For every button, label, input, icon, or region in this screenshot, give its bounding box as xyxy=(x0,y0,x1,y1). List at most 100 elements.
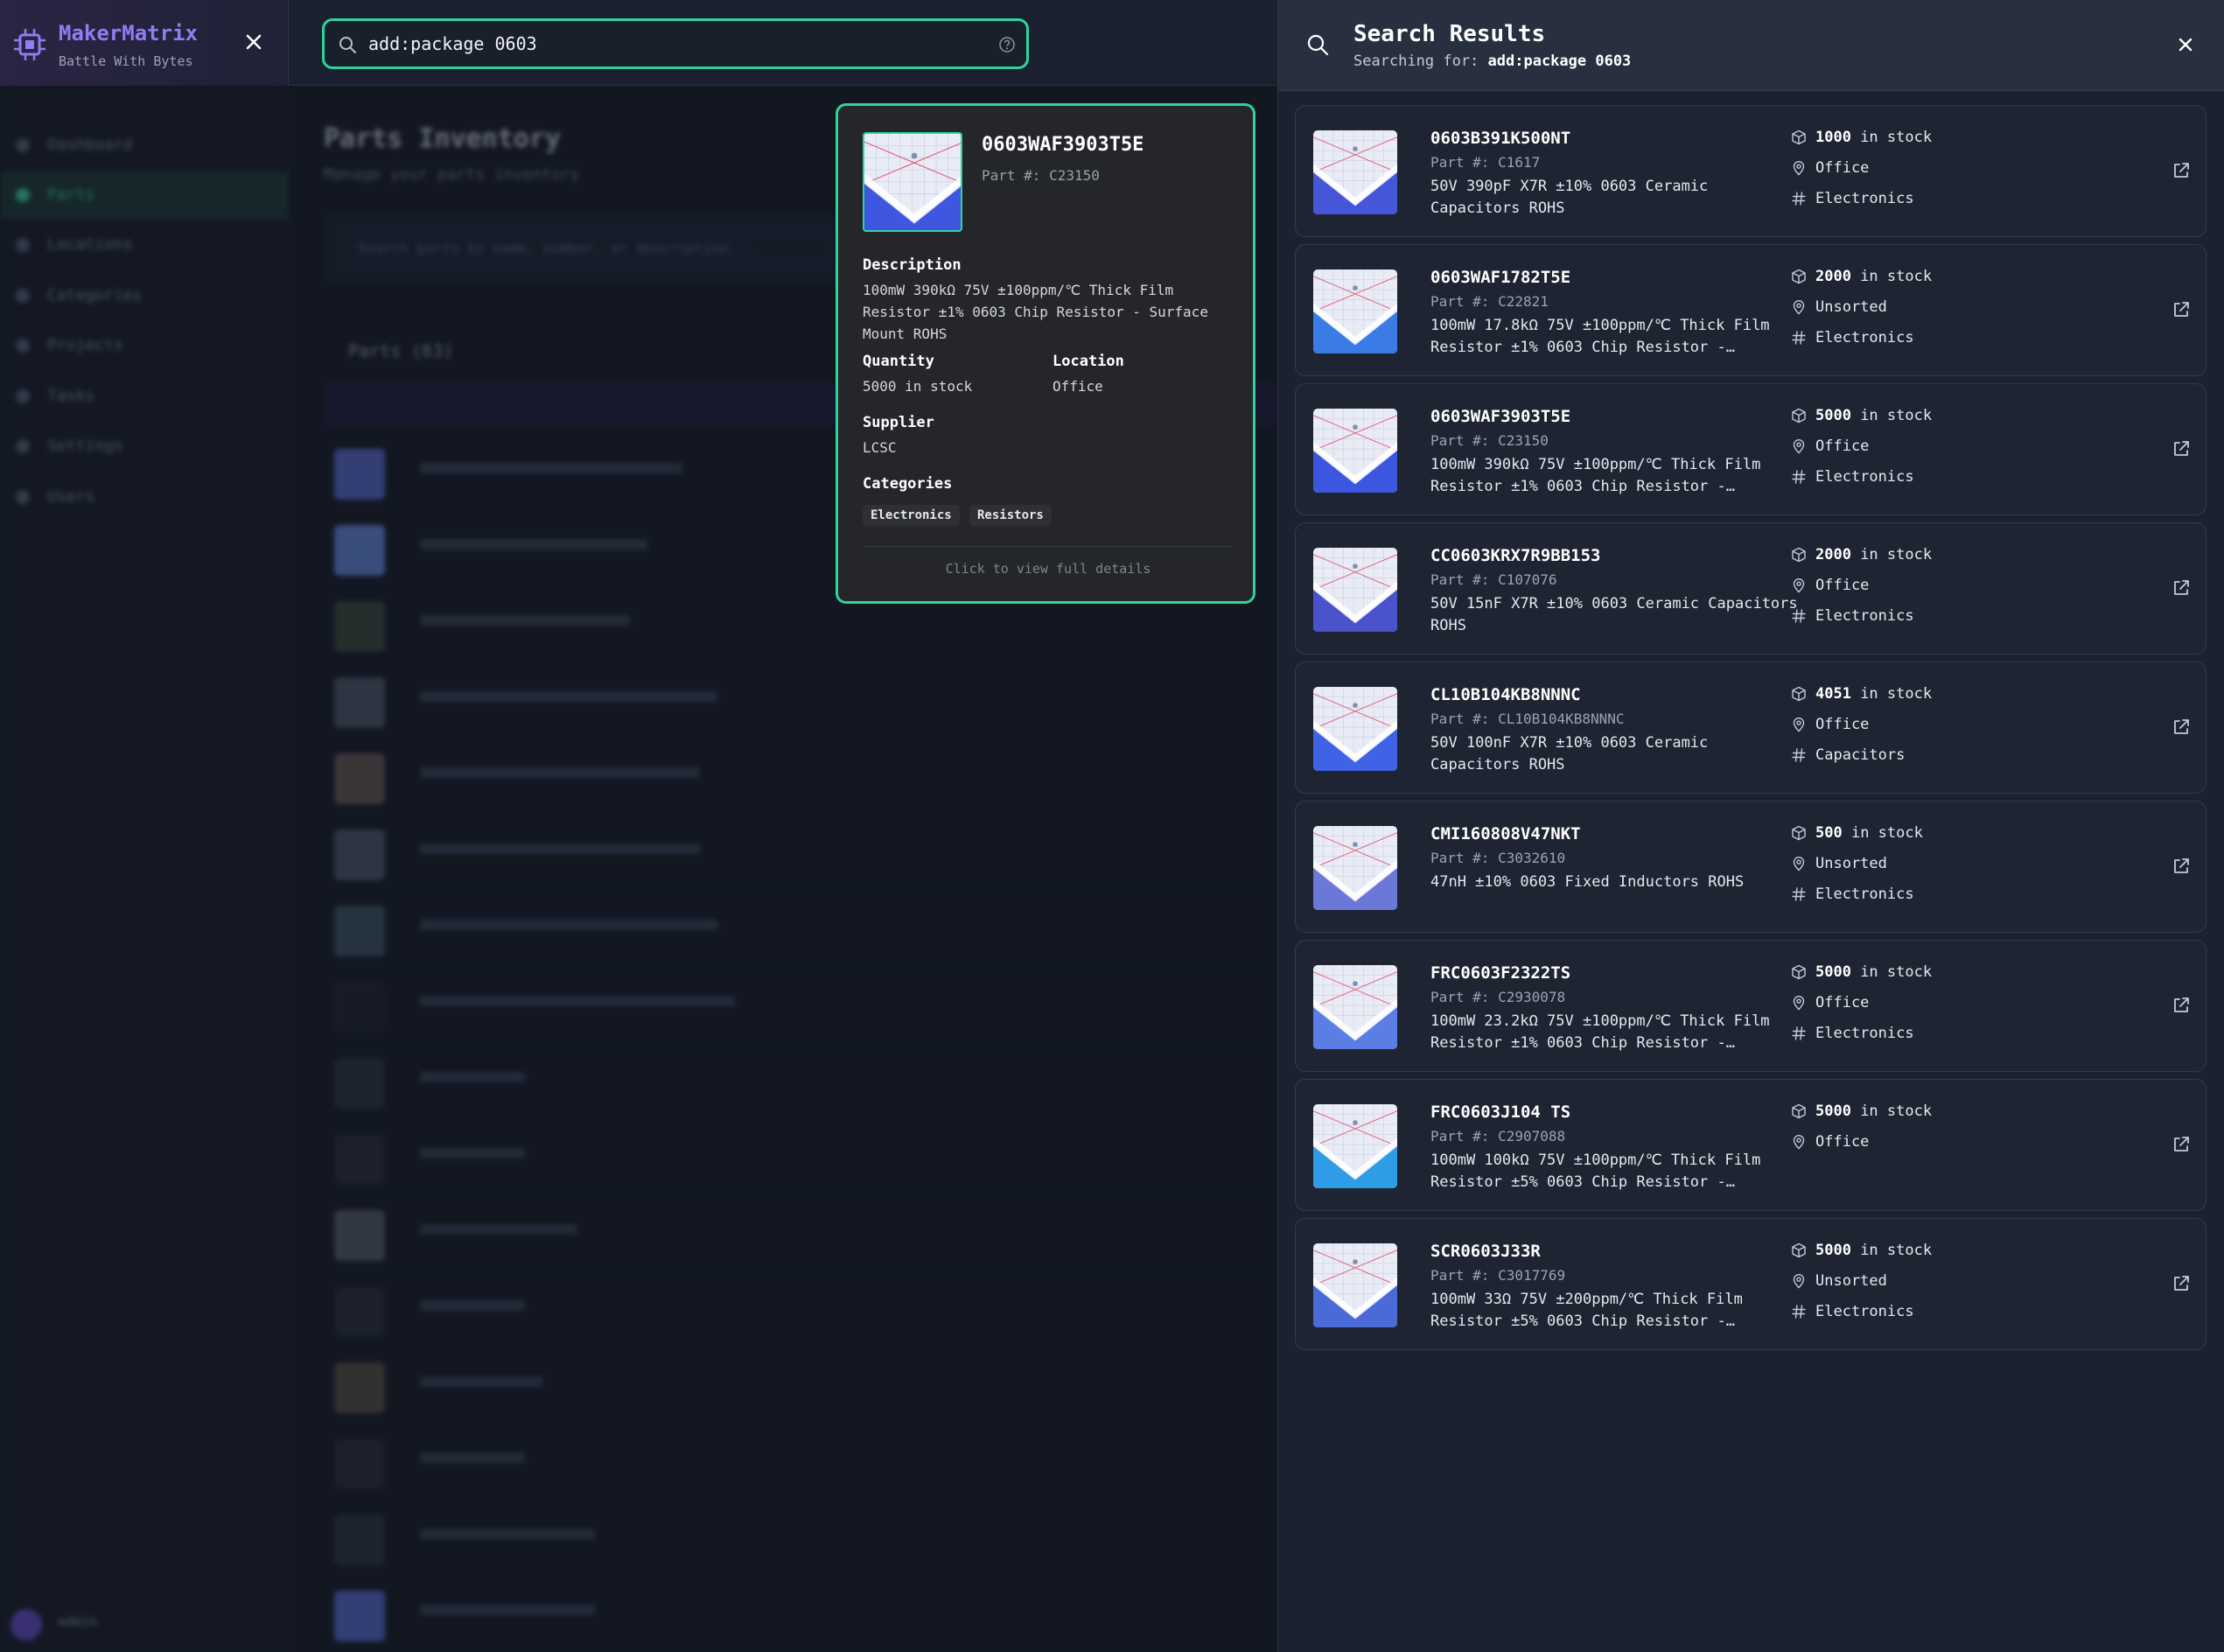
user-name: admin xyxy=(58,1614,98,1629)
blurred-cell xyxy=(420,1452,525,1463)
global-search[interactable] xyxy=(322,18,1029,69)
external-link-icon[interactable] xyxy=(2171,995,2192,1016)
brand-subtitle: Battle With Bytes xyxy=(59,53,193,69)
description-label: Description xyxy=(863,256,962,274)
avatar[interactable] xyxy=(10,1609,42,1641)
table-row[interactable] xyxy=(324,1577,1277,1652)
results-query: add:package 0603 xyxy=(1487,52,1632,70)
help-icon[interactable] xyxy=(998,36,1016,53)
sidebar-item-users[interactable]: Users xyxy=(0,473,289,521)
page-title: Parts Inventory xyxy=(324,123,561,154)
result-card[interactable]: SCR0603J33R Part #: C3017769 100mW 33Ω 7… xyxy=(1295,1218,2207,1350)
part-number: Part #: C107076 xyxy=(1430,571,1557,588)
table-row[interactable] xyxy=(324,892,1277,968)
hover-card-part-number: Part #: C23150 xyxy=(982,167,1100,184)
part-thumbnail xyxy=(334,525,385,576)
blurred-cell xyxy=(420,615,630,626)
stock-count: 1000 xyxy=(1815,129,1851,146)
view-details-hint: Click to view full details xyxy=(945,561,1151,577)
hover-card-title: 0603WAF3903T5E xyxy=(982,134,1144,156)
part-number: Part #: CL10B104KB8NNNC xyxy=(1430,710,1625,727)
table-row[interactable] xyxy=(324,1120,1277,1196)
stock-count: 5000 xyxy=(1815,1102,1851,1120)
part-thumbnail xyxy=(1313,1243,1397,1327)
hash-icon xyxy=(1792,748,1806,762)
table-row[interactable] xyxy=(324,968,1277,1044)
external-link-icon[interactable] xyxy=(2171,1134,2192,1155)
part-thumbnail xyxy=(1313,548,1397,632)
part-name: SCR0603J33R xyxy=(1430,1242,1541,1261)
result-card[interactable]: FRC0603J104 TS Part #: C2907088 100mW 10… xyxy=(1295,1079,2207,1211)
stock-suffix: in stock xyxy=(1850,685,1933,703)
external-link-icon[interactable] xyxy=(2171,578,2192,598)
location-icon xyxy=(16,238,30,252)
project-icon xyxy=(16,339,30,353)
external-link-icon[interactable] xyxy=(2171,856,2192,877)
part-hover-card[interactable]: 0603WAF3903T5E Part #: C23150 Descriptio… xyxy=(836,103,1255,604)
sidebar-item-categories[interactable]: Categories xyxy=(0,272,289,319)
sidebar-item-locations[interactable]: Locations xyxy=(0,221,289,269)
package-icon xyxy=(1792,130,1806,145)
part-number: Part #: C2907088 xyxy=(1430,1128,1566,1144)
part-thumbnail xyxy=(334,1210,385,1261)
result-card[interactable]: FRC0603F2322TS Part #: C2930078 100mW 23… xyxy=(1295,940,2207,1072)
map-pin-icon xyxy=(1793,439,1805,454)
table-row[interactable] xyxy=(324,1044,1277,1120)
part-thumbnail xyxy=(334,1058,385,1109)
blurred-cell xyxy=(420,996,735,1006)
close-icon[interactable] xyxy=(2174,33,2197,56)
table-label: Parts (63) xyxy=(348,340,454,361)
table-row[interactable] xyxy=(324,1501,1277,1577)
sidebar-item-settings[interactable]: Settings xyxy=(0,423,289,470)
result-card[interactable]: CL10B104KB8NNNC Part #: CL10B104KB8NNNC … xyxy=(1295,662,2207,794)
blurred-cell xyxy=(420,539,647,550)
table-row[interactable] xyxy=(324,1424,1277,1501)
stock-suffix: in stock xyxy=(1850,546,1933,564)
blurred-cell xyxy=(420,1224,577,1235)
map-pin-icon xyxy=(1793,857,1805,872)
part-number: Part #: C22821 xyxy=(1430,293,1549,310)
result-card[interactable]: 0603WAF3903T5E Part #: C23150 100mW 390k… xyxy=(1295,383,2207,515)
hash-icon xyxy=(1792,1305,1806,1319)
stock-suffix: in stock xyxy=(1842,824,1923,842)
result-card[interactable]: 0603WAF1782T5E Part #: C22821 100mW 17.8… xyxy=(1295,244,2207,376)
part-thumbnail xyxy=(334,1515,385,1565)
results-title: Search Results xyxy=(1353,21,1546,47)
external-link-icon[interactable] xyxy=(2171,438,2192,459)
result-card[interactable]: CMI160808V47NKT Part #: C3032610 47nH ±1… xyxy=(1295,801,2207,933)
external-link-icon[interactable] xyxy=(2171,717,2192,738)
part-thumbnail xyxy=(334,1438,385,1489)
location-label: Location xyxy=(1053,353,1124,370)
table-row[interactable] xyxy=(324,1348,1277,1424)
table-row[interactable] xyxy=(324,1272,1277,1348)
sidebar-item-projects[interactable]: Projects xyxy=(0,322,289,369)
table-row[interactable] xyxy=(324,663,1277,739)
part-thumbnail xyxy=(1313,826,1397,910)
sidebar-item-dashboard[interactable]: Dashboard xyxy=(0,122,289,169)
parts-search-field[interactable]: Search parts by name, number, or descrip… xyxy=(343,231,833,266)
search-input[interactable] xyxy=(368,28,963,60)
close-sidebar-icon[interactable] xyxy=(241,30,266,54)
package-icon xyxy=(1792,1103,1806,1119)
external-link-icon[interactable] xyxy=(2171,1273,2192,1294)
external-link-icon[interactable] xyxy=(2171,160,2192,181)
part-thumbnail xyxy=(1313,687,1397,771)
result-card[interactable]: 0603B391K500NT Part #: C1617 50V 390pF X… xyxy=(1295,105,2207,237)
part-description: 50V 390pF X7R ±10% 0603 Ceramic Capacito… xyxy=(1430,178,1709,217)
blurred-cell xyxy=(420,691,717,702)
sidebar-item-tasks[interactable]: Tasks xyxy=(0,373,289,420)
package-icon xyxy=(1792,547,1806,563)
sidebar-item-parts[interactable]: Parts xyxy=(0,172,289,219)
tasks-icon xyxy=(16,389,30,403)
external-link-icon[interactable] xyxy=(2171,299,2192,320)
table-row[interactable] xyxy=(324,1196,1277,1272)
table-row[interactable] xyxy=(324,739,1277,816)
stock-count: 5000 xyxy=(1815,407,1851,424)
table-row[interactable] xyxy=(324,816,1277,892)
category-chip: Electronics xyxy=(863,505,960,526)
page-subtitle: Manage your parts inventory xyxy=(324,165,580,184)
part-number: Part #: C2930078 xyxy=(1430,989,1566,1005)
part-number: Part #: C23150 xyxy=(1430,432,1549,449)
result-card[interactable]: CC0603KRX7R9BB153 Part #: C107076 50V 15… xyxy=(1295,522,2207,654)
blurred-cell xyxy=(420,1148,525,1158)
